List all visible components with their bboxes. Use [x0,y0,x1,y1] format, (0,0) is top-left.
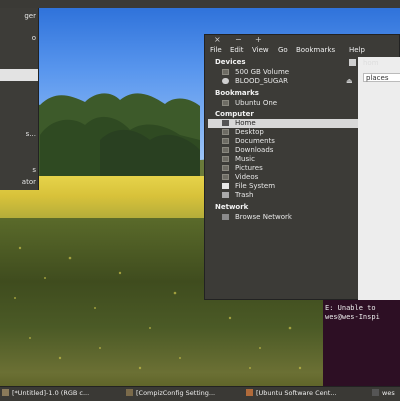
task-label: [Ubuntu Software Cent... [256,389,337,397]
folder-icon [222,100,229,106]
sidebar-item-desktop[interactable]: Desktop [208,128,358,137]
folder-icon [222,165,229,171]
menu-item-selected[interactable] [0,69,38,81]
sidebar-item-blood-sugar[interactable]: BLOOD_SUGAR ⏏ [208,77,358,86]
folder-icon [222,129,229,135]
terminal-window[interactable]: E: Unable to wes@wes-Inspi [323,300,400,386]
menu-item[interactable]: ger [0,12,38,22]
drive-icon [222,183,229,189]
eject-icon[interactable]: ⏏ [346,77,353,85]
gimp-icon [2,389,9,396]
menu-item[interactable] [0,152,38,162]
terminal-line: E: Unable to [325,304,376,312]
home-icon [222,120,229,126]
folder-icon [222,138,229,144]
folder-icon [222,156,229,162]
sidebar-item-label: Music [235,155,255,163]
location-toggle-icon[interactable] [349,59,356,66]
section-computer: Computer [215,110,254,118]
close-icon[interactable]: × [214,35,221,44]
menu-go[interactable]: Go [278,46,288,54]
menu-item[interactable] [0,98,38,108]
sidebar-item-pictures[interactable]: Pictures [208,164,358,173]
usb-drive-icon [222,78,229,84]
trash-icon [222,192,229,198]
sidebar-item-label: Desktop [235,128,264,136]
menu-item[interactable]: o [0,34,38,44]
file-manager-window: × − + File Edit View Go Bookmarks Help D… [204,34,400,300]
sidebar-item-browse-network[interactable]: Browse Network [208,213,358,222]
task-compizconfig[interactable]: [CompizConfig Setting... [126,389,240,399]
sidebar-item-documents[interactable]: Documents [208,137,358,146]
sidebar-item-label: Ubuntu One [235,99,278,107]
sidebar-item-label: Home [235,119,256,127]
compiz-icon [126,389,133,396]
taskbar: [*Untitled]-1.0 (RGB c... [CompizConfig … [0,386,400,401]
sidebar-item-label: Pictures [235,164,263,172]
sidebar-item-label: BLOOD_SUGAR [235,77,289,85]
task-label: wes [382,389,395,397]
path-button-home[interactable]: hom [363,59,379,67]
sidebar-item-label: Trash [235,191,254,199]
menu-view[interactable]: View [252,46,269,54]
menu-help[interactable]: Help [349,46,365,54]
menu-bookmarks[interactable]: Bookmarks [296,46,335,54]
software-center-icon [246,389,253,396]
file-view-pane[interactable] [358,57,400,300]
sidebar-item-ubuntu-one[interactable]: Ubuntu One [208,99,358,108]
sidebar-item-music[interactable]: Music [208,155,358,164]
sidebar-item-trash[interactable]: Trash [208,191,358,200]
menu-edit[interactable]: Edit [230,46,244,54]
menu-item[interactable]: s... [0,130,38,140]
terminal-icon [372,389,379,396]
sidebar-item-label: 500 GB Volume [235,68,290,76]
sidebar-item-downloads[interactable]: Downloads [208,146,358,155]
folder-icon [222,147,229,153]
sidebar-item-label: Videos [235,173,259,181]
window-titlebar: × − + [205,35,400,45]
drive-icon [222,69,229,75]
dropdown-menu: ger o s... s ator [0,8,39,190]
sidebar-item-label: File System [235,182,276,190]
sidebar-item-label: Documents [235,137,275,145]
task-label: [*Untitled]-1.0 (RGB c... [12,389,90,397]
menu-item[interactable]: s [0,166,38,176]
maximize-icon[interactable]: + [255,35,262,44]
minimize-icon[interactable]: − [235,35,242,44]
sidebar-item-videos[interactable]: Videos [208,173,358,182]
sidebar-item-label: Browse Network [235,213,292,221]
menu-item[interactable]: ator [0,178,38,188]
tab-places[interactable]: places [363,73,400,82]
sidebar-item-label: Downloads [235,146,274,154]
top-panel [0,0,400,8]
task-gimp[interactable]: [*Untitled]-1.0 (RGB c... [2,389,120,399]
terminal-line: wes@wes-Inspi [325,313,380,321]
places-sidebar: Devices 500 GB Volume BLOOD_SUGAR ⏏ Book… [205,57,358,300]
sidebar-item-500gb-volume[interactable]: 500 GB Volume [208,68,358,77]
folder-icon [222,174,229,180]
section-network: Network [215,203,249,211]
task-terminal[interactable]: wes [372,389,400,399]
task-label: [CompizConfig Setting... [136,389,216,397]
task-software-center[interactable]: [Ubuntu Software Cent... [246,389,368,399]
sidebar-item-file-system[interactable]: File System [208,182,358,191]
menu-file[interactable]: File [210,46,222,54]
network-icon [222,214,229,220]
sidebar-item-home[interactable]: Home [208,119,358,128]
section-devices: Devices [215,58,246,66]
section-bookmarks: Bookmarks [215,89,259,97]
menu-bar: File Edit View Go Bookmarks Help [205,45,400,56]
